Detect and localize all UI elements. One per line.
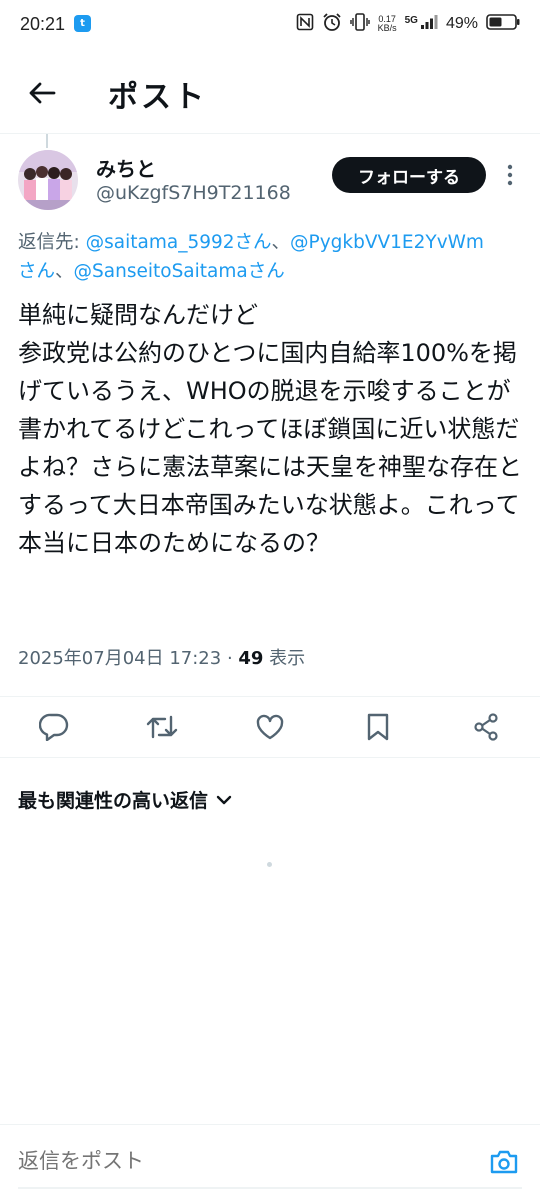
like-button[interactable] — [252, 709, 288, 745]
more-vertical-icon — [507, 164, 513, 186]
alarm-icon — [322, 12, 342, 36]
post-text: 単純に疑問なんだけど 参政党は公約のひとつに国内自給率100%を掲げているうえ、… — [18, 301, 522, 557]
signal-icon — [420, 14, 438, 34]
back-button[interactable] — [18, 72, 66, 114]
avatar[interactable] — [18, 150, 78, 210]
post-meta: 2025年07月04日 17:23 · 49 表示 — [18, 648, 306, 669]
reply-button[interactable] — [36, 709, 72, 745]
reply-to-line: 返信先: @saitama_5992さん、@PygkbVV1E2YvWm さん、… — [18, 232, 484, 282]
mention-link[interactable]: さん — [18, 261, 55, 282]
post-timestamp[interactable]: 2025年07月04日 17:23 — [18, 648, 221, 669]
arrow-left-icon — [29, 82, 56, 104]
bookmark-button[interactable] — [360, 709, 396, 745]
mention-link[interactable]: @PygkbVV1E2YvWm — [290, 232, 484, 253]
thread-connector-line — [46, 134, 48, 148]
view-count: 49 — [238, 648, 264, 669]
reply-input[interactable] — [18, 1149, 458, 1173]
repost-button[interactable] — [144, 709, 180, 745]
sort-label: 最も関連性の高い返信 — [18, 790, 209, 812]
camera-button[interactable] — [486, 1145, 522, 1179]
share-icon — [474, 713, 498, 741]
status-bar: 20:21 t 0.17 KB/s 5G 49% — [0, 0, 540, 52]
status-time: 20:21 — [20, 14, 66, 34]
author-handle[interactable]: @uKzgfS7H9T21168 — [96, 182, 291, 204]
nfc-icon — [296, 13, 314, 35]
page-title: ポスト — [108, 80, 207, 115]
network-speed: 0.17 KB/s — [377, 14, 397, 33]
battery-icon — [486, 14, 520, 34]
reply-composer — [0, 1124, 540, 1199]
like-icon — [256, 714, 284, 740]
chevron-down-icon — [216, 795, 232, 804]
loading-indicator — [267, 862, 272, 867]
vibrate-icon — [349, 12, 370, 36]
retweet-icon — [146, 715, 178, 739]
top-app-bar: ポスト — [0, 52, 540, 134]
app-notification-icon: t — [74, 15, 91, 32]
network-type: 5G — [404, 14, 418, 26]
views-label: 表示 — [263, 648, 306, 669]
post-action-bar — [0, 696, 540, 758]
reply-sort-dropdown[interactable]: 最も関連性の高い返信 — [18, 786, 232, 813]
more-options-button[interactable] — [498, 160, 522, 190]
author-name[interactable]: みちと — [96, 153, 156, 182]
mention-link[interactable]: @SanseitoSaitamaさん — [74, 261, 285, 282]
mention-link[interactable]: @saitama_5992さん — [86, 232, 272, 253]
follow-button[interactable]: フォローする — [332, 157, 486, 193]
battery-percent: 49% — [445, 15, 478, 32]
bookmark-icon — [367, 713, 389, 741]
share-button[interactable] — [468, 709, 504, 745]
status-icons: 0.17 KB/s 5G 49% — [296, 12, 520, 36]
composer-divider — [18, 1187, 522, 1189]
reply-icon — [39, 713, 69, 741]
camera-icon — [490, 1150, 518, 1174]
